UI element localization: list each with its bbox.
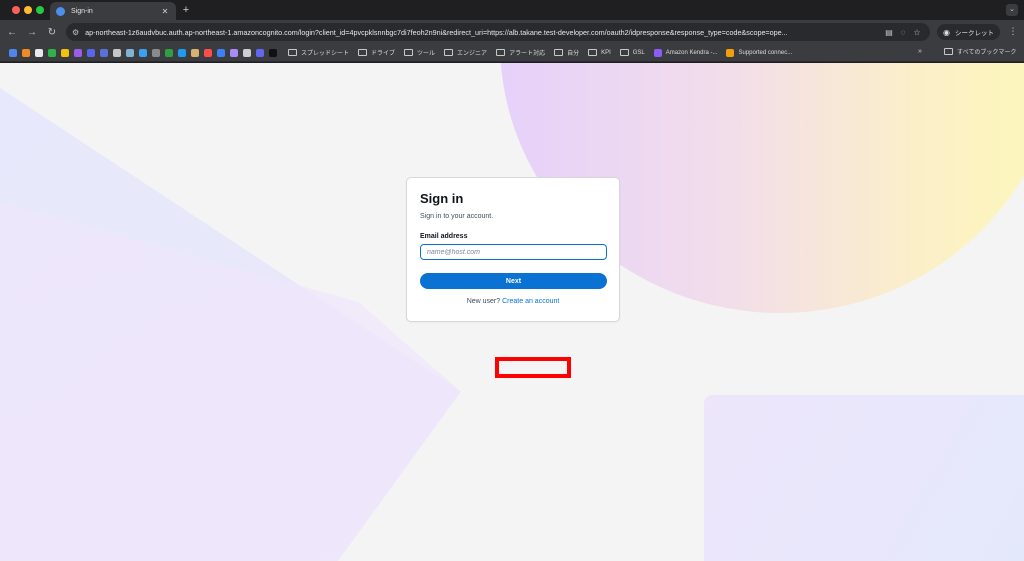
bookmark-icon[interactable] — [203, 48, 212, 57]
bookmark-icon[interactable] — [268, 48, 277, 57]
email-field[interactable] — [420, 244, 607, 260]
cognito-favicon-icon — [56, 6, 65, 16]
bookmark-icon[interactable] — [177, 48, 186, 57]
bookmark-icon[interactable] — [190, 48, 199, 57]
folder-icon — [288, 49, 297, 56]
kendra-icon — [653, 48, 662, 57]
bookmark-link[interactable]: Supported connec... — [726, 48, 792, 57]
bookmark-icon[interactable] — [242, 48, 251, 57]
folder-icon — [444, 49, 454, 56]
bookmark-icon[interactable] — [99, 48, 108, 57]
bookmark-icon[interactable] — [255, 48, 264, 57]
maximize-window-button[interactable] — [36, 6, 44, 14]
reload-icon[interactable]: ↻ — [44, 27, 60, 38]
bookmark-icon[interactable] — [229, 48, 238, 57]
incognito-icon: ◉ — [943, 27, 950, 37]
bookmark-icon[interactable] — [34, 48, 43, 57]
page-title: Sign in — [420, 191, 464, 206]
bookmark-icon[interactable] — [47, 48, 56, 57]
bookmark-icon[interactable] — [60, 48, 69, 57]
browser-tab[interactable]: Sign-in ✕ — [50, 2, 176, 20]
all-bookmarks-folder[interactable]: すべてのブックマーク — [944, 47, 1016, 56]
eye-off-icon[interactable]: ◌ — [896, 28, 910, 37]
site-info-icon[interactable]: ⚙ — [72, 28, 79, 37]
more-bookmarks-icon[interactable]: » — [918, 48, 922, 55]
bookmark-folder[interactable]: アラート対応 — [496, 48, 545, 57]
signin-card: Sign in Sign in to your account. Email a… — [406, 177, 620, 322]
folder-icon — [944, 48, 953, 55]
back-arrow-icon[interactable]: ← — [4, 27, 20, 38]
bookmark-icon[interactable] — [164, 48, 173, 57]
bookmark-folder[interactable]: ツール — [404, 48, 435, 57]
bookmark-folder[interactable]: スプレッドシート — [288, 48, 349, 57]
bookmark-icon[interactable] — [125, 48, 134, 57]
bookmarks-bar: スプレッドシート ドライブ ツール エンジニア アラート対応 自分 KPI GS… — [0, 44, 1024, 62]
browser-toolbar: ← → ↻ ⚙ ap-northeast-1z6audvbuc.auth.ap-… — [0, 20, 1024, 44]
folder-icon — [619, 49, 629, 56]
bookmark-icon[interactable] — [216, 48, 225, 57]
folder-icon — [404, 49, 414, 56]
bookmark-folder[interactable]: KPI — [588, 49, 611, 56]
forward-arrow-icon[interactable]: → — [24, 27, 40, 38]
bookmark-icon[interactable] — [86, 48, 95, 57]
address-bar[interactable]: ⚙ ap-northeast-1z6audvbuc.auth.ap-northe… — [66, 23, 930, 41]
folder-icon — [358, 49, 368, 56]
tab-strip: Sign-in ✕ + ⌄ — [0, 0, 1024, 20]
signup-row: New user? Create an account — [420, 298, 606, 305]
new-user-text: New user? — [466, 298, 501, 305]
incognito-label: シークレット — [954, 30, 994, 37]
background-shape — [704, 395, 1024, 561]
new-tab-button[interactable]: + — [180, 3, 192, 17]
email-label: Email address — [420, 233, 468, 240]
minimize-window-button[interactable] — [24, 6, 32, 14]
star-icon[interactable]: ☆ — [910, 28, 924, 37]
translate-icon[interactable]: ▤ — [882, 28, 896, 37]
folder-icon — [496, 49, 506, 56]
close-window-button[interactable] — [12, 6, 20, 14]
incognito-badge[interactable]: ◉ シークレット — [937, 24, 1000, 40]
connector-icon — [726, 48, 735, 57]
bookmark-icon[interactable] — [21, 48, 30, 57]
bookmark-folder[interactable]: ドライブ — [358, 48, 395, 57]
close-icon[interactable]: ✕ — [160, 7, 170, 16]
bookmark-link[interactable]: Amazon Kendra -... — [653, 48, 717, 57]
tab-title: Sign-in — [71, 7, 93, 15]
create-account-link[interactable]: Create an account — [502, 298, 559, 305]
bookmark-folder[interactable]: GSL — [619, 49, 645, 56]
bookmark-folder[interactable]: 自分 — [554, 48, 579, 57]
bookmark-icon[interactable] — [73, 48, 82, 57]
chevron-down-icon[interactable]: ⌄ — [1006, 4, 1018, 16]
bookmark-icon[interactable] — [8, 48, 17, 57]
more-menu-icon[interactable]: ⋮ — [1008, 26, 1018, 37]
folder-icon — [588, 49, 598, 56]
bookmark-folder[interactable]: エンジニア — [444, 48, 487, 57]
next-button[interactable]: Next — [420, 273, 607, 289]
bookmark-icon[interactable] — [112, 48, 121, 57]
bookmark-icon[interactable] — [151, 48, 160, 57]
url-text[interactable]: ap-northeast-1z6audvbuc.auth.ap-northeas… — [85, 28, 882, 37]
signin-subtitle: Sign in to your account. — [420, 213, 494, 220]
bookmark-icon[interactable] — [138, 48, 147, 57]
folder-icon — [554, 49, 564, 56]
